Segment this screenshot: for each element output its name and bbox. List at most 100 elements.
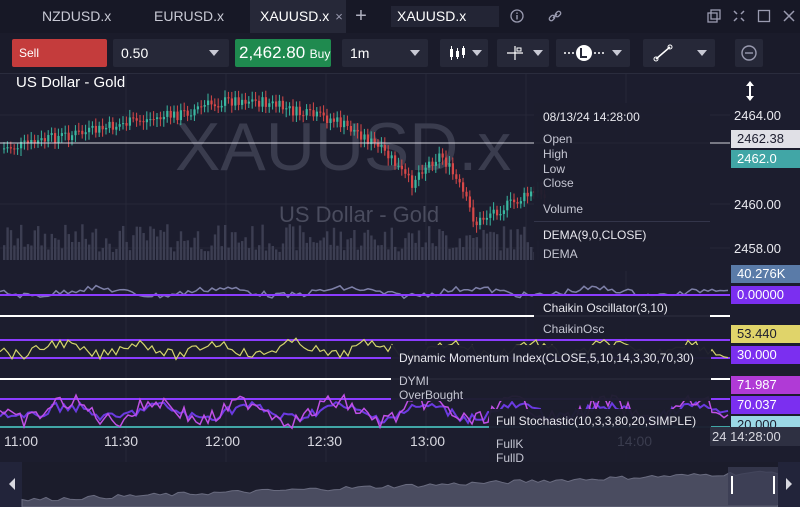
volume-bar <box>339 231 342 260</box>
close-tab-icon[interactable]: × <box>335 9 343 24</box>
candle <box>315 111 318 117</box>
volume-bar <box>462 247 465 260</box>
candle <box>77 130 80 132</box>
tooltip-stoch-fullk: FullK <box>496 437 524 451</box>
popout-icon[interactable] <box>706 8 722 24</box>
candle <box>9 147 12 149</box>
drawing-tool-select[interactable] <box>643 39 715 67</box>
candle <box>237 97 240 105</box>
candle <box>135 118 138 121</box>
time-label: 12:00 <box>205 433 241 449</box>
collapse-icon[interactable] <box>731 8 747 24</box>
close-window-icon[interactable] <box>781 8 797 24</box>
volume-bar <box>203 251 206 260</box>
price-level: 2460.00 <box>734 197 781 212</box>
trendline-icon <box>653 44 673 62</box>
candle <box>298 106 301 116</box>
volume-bar <box>482 229 485 260</box>
drawing-mode-select[interactable] <box>556 39 630 67</box>
candle <box>196 106 199 110</box>
volume-bar <box>111 251 115 260</box>
maximize-icon[interactable] <box>756 8 772 24</box>
candle <box>43 138 46 142</box>
candle <box>445 157 448 167</box>
candle <box>489 213 492 218</box>
volume-bar <box>67 234 70 260</box>
candle <box>16 148 19 150</box>
candle <box>322 112 325 116</box>
interval-value: 1m <box>350 45 370 61</box>
volume-bar <box>438 229 441 260</box>
vertical-resize-icon[interactable] <box>744 80 756 102</box>
volume-bar <box>145 240 149 260</box>
candle <box>526 192 529 197</box>
candle <box>377 143 380 147</box>
volume-bar <box>91 232 94 260</box>
interval-select[interactable]: 1m <box>342 39 428 67</box>
stoch-d-tag: 70.037 <box>731 396 800 414</box>
candle <box>397 165 400 167</box>
volume-bar <box>458 238 461 260</box>
chevron-down-icon <box>410 50 420 56</box>
volume-bar <box>407 232 410 260</box>
candle <box>516 202 519 204</box>
candle <box>241 99 244 105</box>
sell-button[interactable]: Sell 2,462.38 <box>12 39 107 90</box>
candle <box>394 155 397 166</box>
candle <box>496 209 499 216</box>
buy-button[interactable]: 2,462.80 Buy <box>235 39 331 67</box>
volume-bar <box>428 226 431 260</box>
navigator-area[interactable] <box>0 462 800 507</box>
volume-bar <box>523 226 526 260</box>
zoom-out-button[interactable] <box>735 39 763 67</box>
volume-bar <box>210 245 213 260</box>
candle <box>346 120 349 126</box>
volume-bar <box>441 230 444 260</box>
candle <box>23 140 26 142</box>
volume-bar <box>186 240 189 260</box>
chart-type-select[interactable] <box>440 39 488 67</box>
info-icon[interactable] <box>509 8 525 24</box>
candle <box>94 125 97 133</box>
tab-nzdusd[interactable]: NZDUSD.x <box>8 0 128 33</box>
new-tab-button[interactable]: + <box>346 0 376 33</box>
volume-bar <box>251 226 254 260</box>
candle <box>451 163 454 175</box>
candle <box>356 129 359 132</box>
volume-bar <box>366 229 370 260</box>
candle <box>234 97 237 106</box>
tab-label: NZDUSD.x <box>42 8 112 24</box>
candle <box>254 99 257 101</box>
candle <box>400 165 403 170</box>
candle <box>6 147 9 149</box>
buy-label: Buy <box>309 47 331 61</box>
tooltip-close: Close <box>543 176 574 190</box>
quantity-select[interactable]: 0.50 <box>113 39 229 67</box>
volume-bar <box>81 224 84 260</box>
chevron-down-icon <box>533 50 543 56</box>
volume-bar <box>193 237 196 260</box>
candle <box>475 221 478 226</box>
volume-bar <box>149 226 152 260</box>
tab-eurusd[interactable]: EURUSD.x <box>130 0 248 33</box>
indicators-select[interactable] <box>497 39 549 67</box>
volume-bar <box>190 247 193 260</box>
candle <box>111 121 114 130</box>
candle <box>519 201 522 204</box>
link-icon[interactable] <box>547 8 563 24</box>
volume-bar <box>166 224 169 260</box>
time-label-faded: 14:00 <box>617 433 653 449</box>
candle <box>247 101 250 104</box>
line-mode-icon <box>564 45 604 61</box>
volume-bar <box>179 231 183 260</box>
symbol-input[interactable]: XAUUSD.x <box>391 6 499 27</box>
candle <box>169 110 172 118</box>
dymi-tooltip: Dynamic Momentum Index(CLOSE,5,10,14,3,3… <box>391 345 711 402</box>
tab-xauusd[interactable]: XAUUSD.x × <box>250 0 346 33</box>
volume-bar <box>383 231 387 260</box>
volume-bar <box>424 242 427 260</box>
volume-bar <box>64 224 67 260</box>
volume-bar <box>513 249 516 260</box>
volume-bar <box>472 237 475 260</box>
candle <box>468 196 471 208</box>
